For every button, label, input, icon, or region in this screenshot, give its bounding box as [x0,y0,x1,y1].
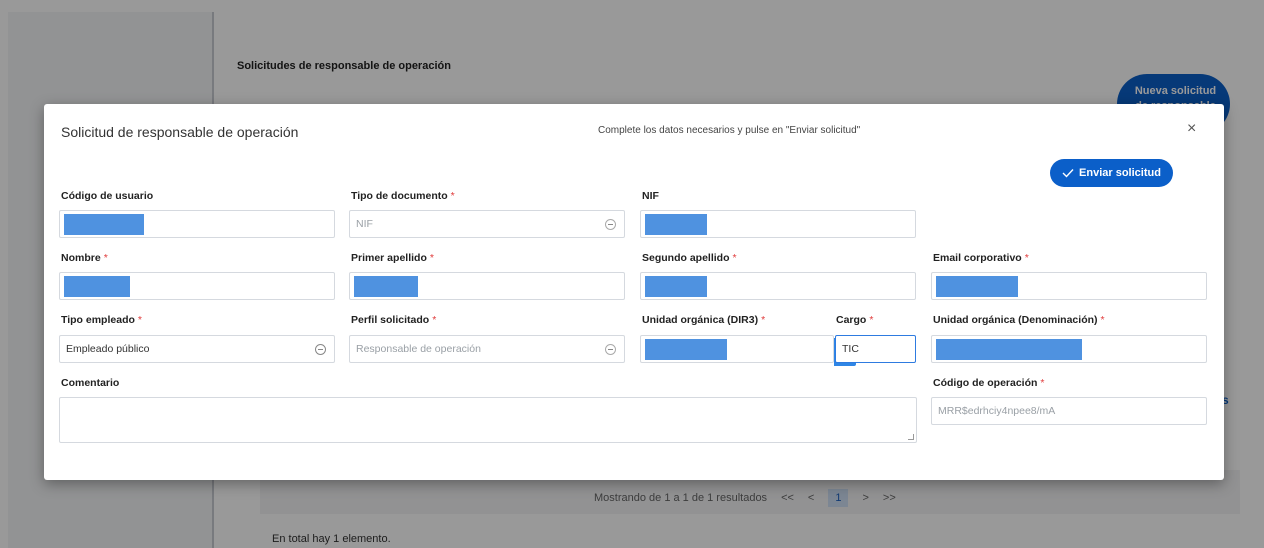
label-cargo: Cargo * [836,314,874,326]
nombre-field[interactable] [59,272,335,300]
modal-title: Solicitud de responsable de operación [61,124,299,140]
redacted-value [645,339,727,360]
tipo-documento-select[interactable]: NIF [349,210,625,238]
label-email: Email corporativo * [933,252,1029,264]
send-request-button[interactable]: Enviar solicitud [1050,159,1173,187]
label-nif: NIF [642,190,659,202]
label-perfil: Perfil solicitado * [351,314,437,326]
label-primer-apellido: Primer apellido * [351,252,434,264]
codigo-usuario-field[interactable] [59,210,335,238]
cargo-field[interactable]: TIC [835,335,916,363]
redacted-value [645,214,707,235]
label-comentario: Comentario [61,377,120,389]
modal-subtitle: Complete los datos necesarios y pulse en… [598,125,861,136]
label-segundo-apellido: Segundo apellido * [642,252,737,264]
nif-field[interactable] [640,210,916,238]
label-unidad-dir3: Unidad orgánica (DIR3) * [642,314,766,326]
dropdown-circle-icon [605,219,616,230]
label-unidad-denominacion: Unidad orgánica (Denominación) * [933,314,1105,326]
check-icon [1062,169,1074,178]
label-codigo-usuario: Código de usuario [61,190,154,202]
perfil-select[interactable]: Responsable de operación [349,335,625,363]
tipo-empleado-select[interactable]: Empleado público [59,335,335,363]
request-modal: Solicitud de responsable de operación Co… [44,104,1224,480]
email-field[interactable] [931,272,1207,300]
label-codigo-operacion: Código de operación * [933,377,1045,389]
redacted-value [64,276,130,297]
primer-apellido-field[interactable] [349,272,625,300]
page: Solicitudes de responsable de operación … [0,0,1264,548]
label-tipo-documento: Tipo de documento * [351,190,455,202]
redacted-value [645,276,707,297]
close-icon[interactable]: × [1187,120,1196,138]
codigo-operacion-field: MRR$edrhciy4npee8/mA [931,397,1207,425]
dropdown-circle-icon [315,344,326,355]
unidad-dir3-field[interactable] [640,335,834,363]
comentario-textarea[interactable] [59,397,917,443]
redacted-value [354,276,418,297]
label-nombre: Nombre * [61,252,108,264]
unidad-denominacion-field[interactable] [931,335,1207,363]
segundo-apellido-field[interactable] [640,272,916,300]
send-request-label: Enviar solicitud [1079,167,1161,179]
label-tipo-empleado: Tipo empleado * [61,314,142,326]
redacted-value [936,276,1018,297]
dropdown-circle-icon [605,344,616,355]
redacted-value [64,214,144,235]
redacted-value [936,339,1082,360]
resize-grip-icon[interactable] [908,434,914,440]
